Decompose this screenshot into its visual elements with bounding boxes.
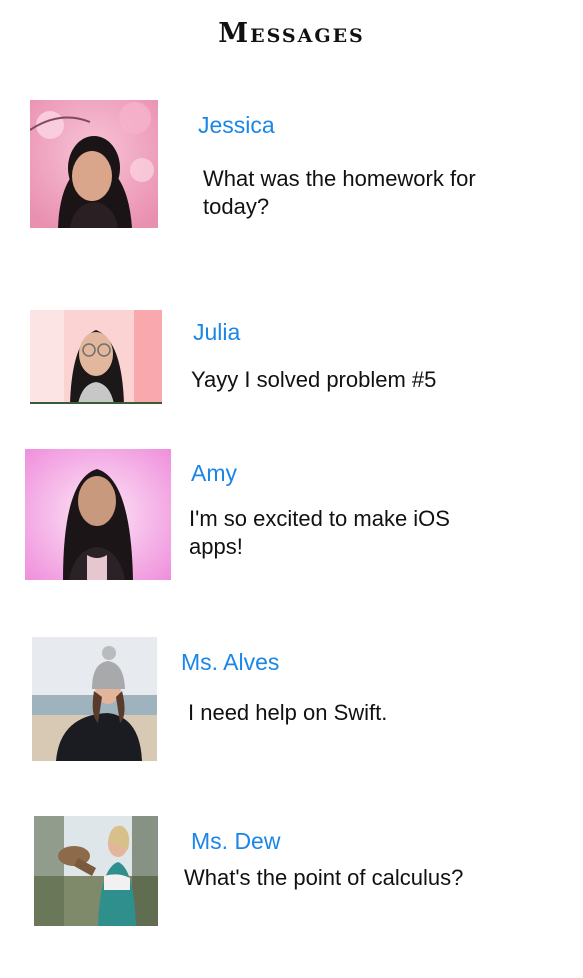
message-preview: What's the point of calculus? [184, 865, 464, 890]
avatar[interactable] [32, 637, 157, 761]
avatar-photo-pink-blossom [30, 100, 158, 228]
message-preview: I'm so excited to make iOS apps! [189, 506, 450, 559]
avatar[interactable] [25, 449, 171, 580]
page-title: Messages [218, 18, 365, 49]
contact-name[interactable]: Amy [191, 460, 237, 487]
avatar-photo-outdoors-dog [34, 816, 158, 926]
contact-name[interactable]: Ms. Alves [181, 649, 279, 676]
avatar[interactable] [30, 100, 158, 228]
message-preview: I need help on Swift. [188, 700, 388, 725]
avatar-photo-pink-gradient [25, 449, 171, 580]
avatar[interactable] [34, 816, 158, 926]
avatar-photo-pink-wall [30, 310, 162, 404]
message-preview: What was the homework for today? [203, 166, 476, 219]
message-preview: Yayy I solved problem #5 [191, 367, 437, 392]
contact-name[interactable]: Jessica [198, 112, 275, 139]
avatar[interactable] [30, 310, 162, 404]
contact-name[interactable]: Julia [193, 319, 240, 346]
contact-name[interactable]: Ms. Dew [191, 828, 280, 855]
avatar-photo-beach [32, 637, 157, 761]
